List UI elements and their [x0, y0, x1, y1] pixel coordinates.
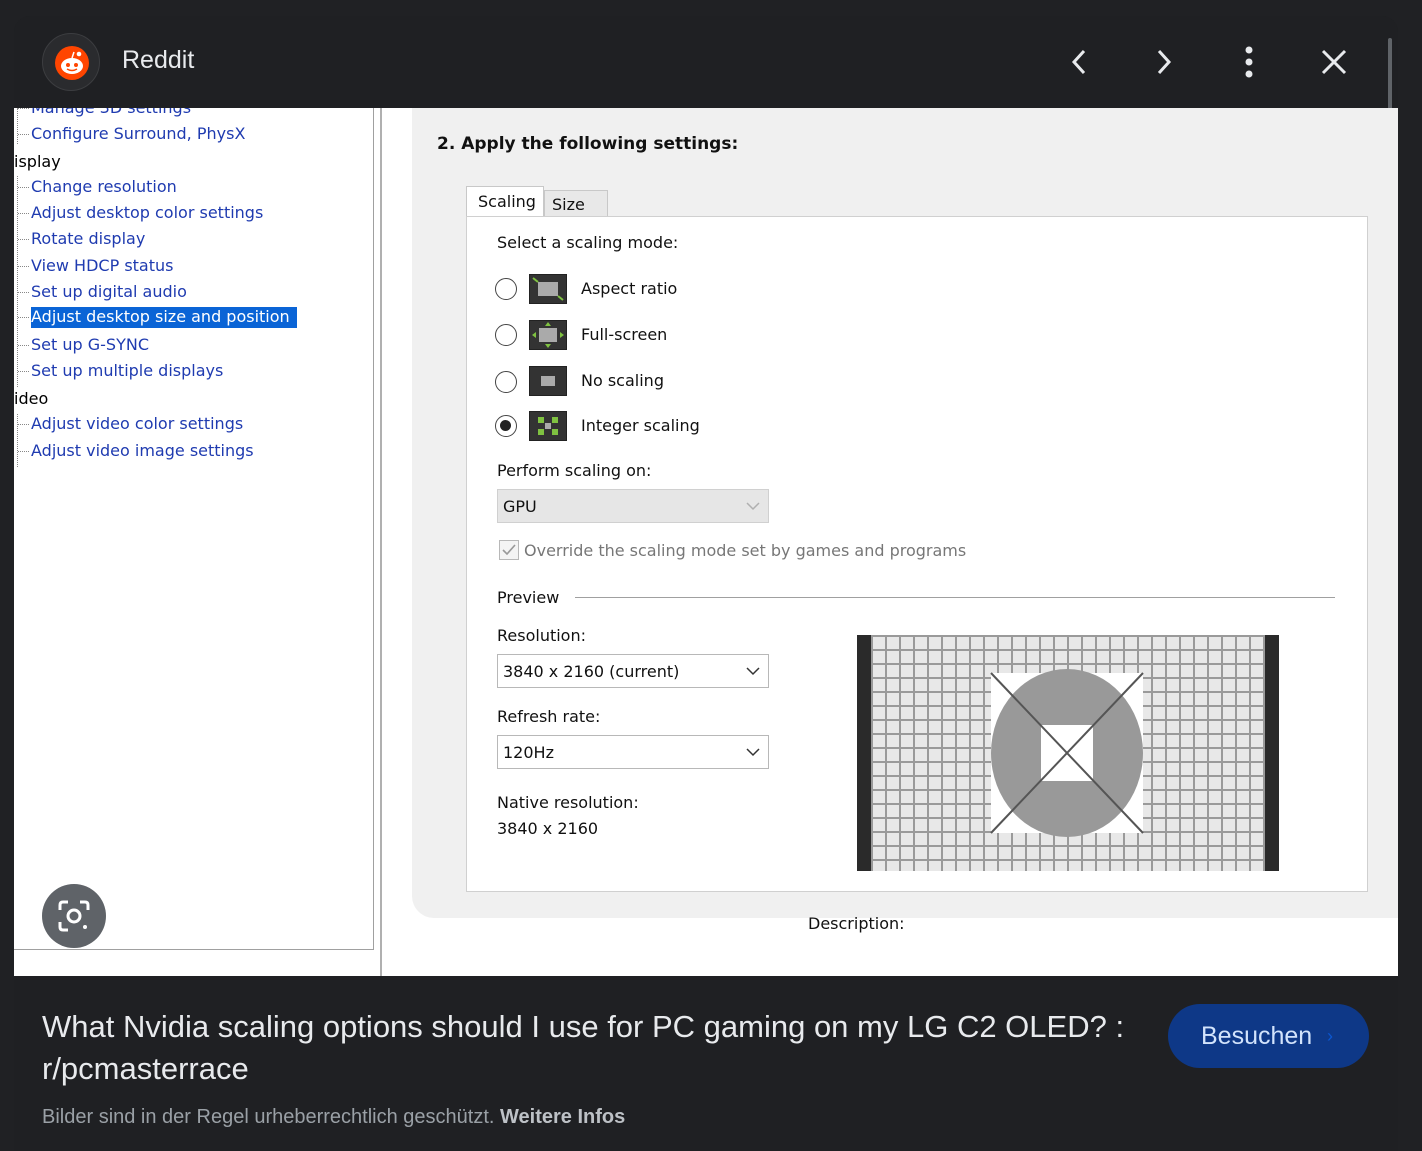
copyright-text: Bilder sind in der Regel urheberrechtlic… — [42, 1106, 495, 1128]
image-viewer-panel: Reddit Manage 3D settings Configure Surr… — [14, 16, 1398, 1151]
more-vert-icon — [1245, 46, 1253, 78]
tree-item-multiple-displays[interactable]: Set up multiple displays — [17, 361, 223, 380]
result-title[interactable]: What Nvidia scaling options should I use… — [42, 1006, 1152, 1090]
reddit-icon — [55, 46, 89, 80]
aspect-ratio-icon — [529, 274, 567, 304]
close-icon — [1321, 49, 1347, 75]
perform-scaling-label: Perform scaling on: — [497, 461, 652, 480]
radio-no-scaling[interactable] — [495, 371, 517, 393]
visit-button[interactable]: Besuchen › — [1168, 1004, 1369, 1068]
option-no-scaling[interactable]: No scaling — [581, 371, 664, 390]
tree-item-digital-audio[interactable]: Set up digital audio — [18, 282, 187, 301]
resolution-value: 3840 x 2160 (current) — [503, 662, 680, 681]
chevron-down-icon — [746, 667, 760, 676]
tab-scaling[interactable]: Scaling — [466, 186, 544, 217]
scaling-tab-pane: Select a scaling mode: Aspect ratio Full… — [466, 216, 1368, 892]
lens-icon — [58, 900, 90, 932]
previous-button[interactable] — [1059, 42, 1099, 82]
tree-item-desktop-size[interactable]: Adjust desktop size and position — [18, 307, 297, 328]
settings-area: 2. Apply the following settings: Scaling… — [412, 108, 1398, 933]
screenshot-image: Manage 3D settings Configure Surround, P… — [14, 108, 1398, 976]
resolution-select[interactable]: 3840 x 2160 (current) — [497, 654, 769, 688]
tab-size[interactable]: Size — [544, 190, 608, 217]
panel-splitter — [380, 108, 382, 976]
full-screen-icon — [529, 320, 567, 350]
no-scaling-icon — [529, 366, 567, 396]
tree-item-video-image[interactable]: Adjust video image settings — [18, 441, 254, 460]
chevron-right-icon: › — [1327, 1026, 1333, 1046]
viewer-header: Reddit — [14, 16, 1398, 108]
option-aspect-ratio[interactable]: Aspect ratio — [581, 279, 677, 298]
chevron-down-icon — [746, 502, 760, 511]
visit-button-label: Besuchen — [1201, 1021, 1313, 1050]
refresh-rate-label: Refresh rate: — [497, 707, 601, 726]
scaling-mode-label: Select a scaling mode: — [497, 233, 679, 252]
tree-item-gsync[interactable]: Set up G-SYNC — [18, 335, 149, 354]
preview-test-pattern — [871, 635, 1265, 871]
native-resolution-value: 3840 x 2160 — [497, 819, 599, 838]
integer-scaling-icon — [529, 411, 567, 441]
copyright-notice: Bilder sind in der Regel urheberrechtlic… — [42, 1106, 625, 1129]
description-label: Description: — [808, 914, 905, 933]
radio-full-screen[interactable] — [495, 324, 517, 346]
next-button[interactable] — [1144, 42, 1184, 82]
chevron-right-icon — [1157, 49, 1172, 75]
nvidia-tree-panel: Manage 3D settings Configure Surround, P… — [14, 108, 374, 950]
resolution-label: Resolution: — [497, 626, 586, 645]
scaling-preview — [857, 635, 1279, 871]
radio-integer-scaling[interactable] — [495, 415, 517, 437]
option-full-screen[interactable]: Full-screen — [581, 325, 667, 344]
option-integer-scaling[interactable]: Integer scaling — [581, 416, 700, 435]
tree-item-manage-3d[interactable]: Manage 3D settings — [17, 108, 191, 117]
tree-item-rotate-display[interactable]: Rotate display — [17, 229, 145, 248]
tree-item-change-resolution[interactable]: Change resolution — [18, 177, 177, 196]
tree-item-hdcp-status[interactable]: View HDCP status — [17, 256, 173, 275]
refresh-rate-value: 120Hz — [503, 743, 554, 762]
tree-item-configure-surround[interactable]: Configure Surround, PhysX — [17, 124, 245, 143]
chevron-left-icon — [1071, 49, 1086, 75]
tree-connector — [17, 176, 18, 387]
more-options-button[interactable] — [1229, 42, 1269, 82]
close-button[interactable] — [1314, 42, 1354, 82]
tree-item-video-color[interactable]: Adjust video color settings — [17, 414, 243, 433]
preview-divider — [575, 597, 1335, 598]
tree-connector — [17, 414, 18, 467]
tree-category-video[interactable]: ideo — [14, 389, 48, 408]
tree-connector — [17, 108, 18, 144]
site-name[interactable]: Reddit — [122, 46, 194, 75]
override-label[interactable]: Override the scaling mode set by games a… — [524, 541, 966, 560]
tree-item-desktop-color[interactable]: Adjust desktop color settings — [17, 203, 263, 222]
override-checkbox[interactable] — [499, 540, 519, 560]
image-info-footer: What Nvidia scaling options should I use… — [14, 976, 1398, 1151]
more-info-link[interactable]: Weitere Infos — [500, 1106, 625, 1128]
chevron-down-icon — [746, 748, 760, 757]
preview-label: Preview — [497, 588, 560, 607]
lens-search-button[interactable] — [42, 884, 106, 948]
check-icon — [502, 544, 516, 556]
radio-aspect-ratio[interactable] — [495, 278, 517, 300]
settings-heading: 2. Apply the following settings: — [437, 134, 739, 154]
perform-scaling-value: GPU — [503, 497, 537, 516]
reddit-logo[interactable] — [42, 33, 100, 91]
tree-category-display[interactable]: isplay — [14, 152, 61, 171]
perform-scaling-select[interactable]: GPU — [497, 489, 769, 523]
native-resolution-label: Native resolution: — [497, 793, 639, 812]
refresh-rate-select[interactable]: 120Hz — [497, 735, 769, 769]
